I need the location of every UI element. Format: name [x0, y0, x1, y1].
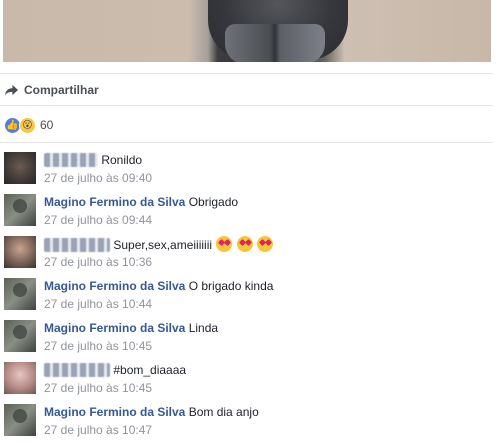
comment-item: Magino Fermino da Silva Obrigado 27 de j…: [4, 194, 494, 234]
comment-author-tag[interactable]: Ronildo: [101, 153, 142, 167]
comment-item: Magino Fermino da Silva Bom dia anjo 27 …: [4, 404, 494, 444]
avatar[interactable]: [4, 404, 36, 436]
comment-author[interactable]: Magino Fermino da Silva: [44, 405, 185, 419]
comment-author[interactable]: Magino Fermino da Silva: [44, 321, 185, 335]
avatar[interactable]: [4, 320, 36, 352]
comment-timestamp[interactable]: 27 de julho às 09:44: [44, 213, 152, 227]
avatar[interactable]: [4, 362, 36, 394]
reaction-count: 60: [40, 118, 54, 132]
post-photo[interactable]: [3, 0, 491, 62]
comment-timestamp[interactable]: 27 de julho às 10:45: [44, 381, 152, 395]
avatar[interactable]: [4, 236, 36, 268]
avatar-head: [13, 283, 27, 297]
heart-eyes-emoji-icon: [216, 236, 233, 252]
heart-eyes-emoji-icon: [257, 236, 274, 252]
comment-item: xxxxxxxxx Ronildo 27 de julho às 09:40: [4, 152, 494, 192]
comment-text: Super,sex,ameiiiiiii: [113, 238, 213, 252]
avatar-head: [13, 199, 27, 213]
comment-item: Magino Fermino da Silva Linda 27 de julh…: [4, 320, 494, 360]
divider: [0, 142, 493, 143]
share-arrow-icon: [5, 84, 18, 96]
comment-text: Linda: [188, 321, 219, 335]
avatar[interactable]: [4, 194, 36, 226]
comment-author[interactable]: Magino Fermino da Silva: [44, 279, 185, 293]
avatar[interactable]: [4, 278, 36, 310]
avatar-head: [13, 409, 27, 423]
heart-eyes-emoji-icon: [236, 236, 253, 252]
comment-author[interactable]: Magino Fermino da Silva: [44, 195, 185, 209]
divider: [0, 73, 493, 74]
share-label: Compartilhar: [24, 83, 99, 97]
comment-timestamp[interactable]: 27 de julho às 09:40: [44, 171, 152, 185]
comment-item: xxxxxxxxxxx #bom_diaaaa 27 de julho às 1…: [4, 362, 494, 402]
avatar[interactable]: [4, 152, 36, 184]
comment-timestamp[interactable]: 27 de julho às 10:44: [44, 297, 152, 311]
comment-author-masked[interactable]: xxxxxxxxxxx: [44, 363, 110, 377]
reactions-summary[interactable]: 👍 😮 60: [4, 115, 53, 135]
divider: [0, 105, 493, 106]
avatar-head: [13, 325, 27, 339]
comment-timestamp[interactable]: 27 de julho às 10:45: [44, 339, 152, 353]
photo-figure-legs: [225, 24, 325, 62]
comment-timestamp[interactable]: 27 de julho às 10:36: [44, 255, 152, 269]
comment-item: xxxxxxxxxxx Super,sex,ameiiiiiii 27 de j…: [4, 236, 494, 276]
comment-timestamp[interactable]: 27 de julho às 10:47: [44, 423, 152, 437]
comment-text: #bom_diaaaa: [113, 363, 187, 377]
share-button[interactable]: Compartilhar: [4, 80, 99, 100]
comment-text: Bom dia anjo: [188, 405, 259, 419]
comment-text: O brigado kinda: [188, 279, 274, 293]
comment-text: Obrigado: [188, 195, 239, 209]
comment-author-masked[interactable]: xxxxxxxxx: [44, 153, 98, 167]
comment-author-masked[interactable]: xxxxxxxxxxx: [44, 238, 110, 252]
wow-icon: 😮: [19, 116, 36, 134]
comment-item: Magino Fermino da Silva O brigado kinda …: [4, 278, 494, 318]
